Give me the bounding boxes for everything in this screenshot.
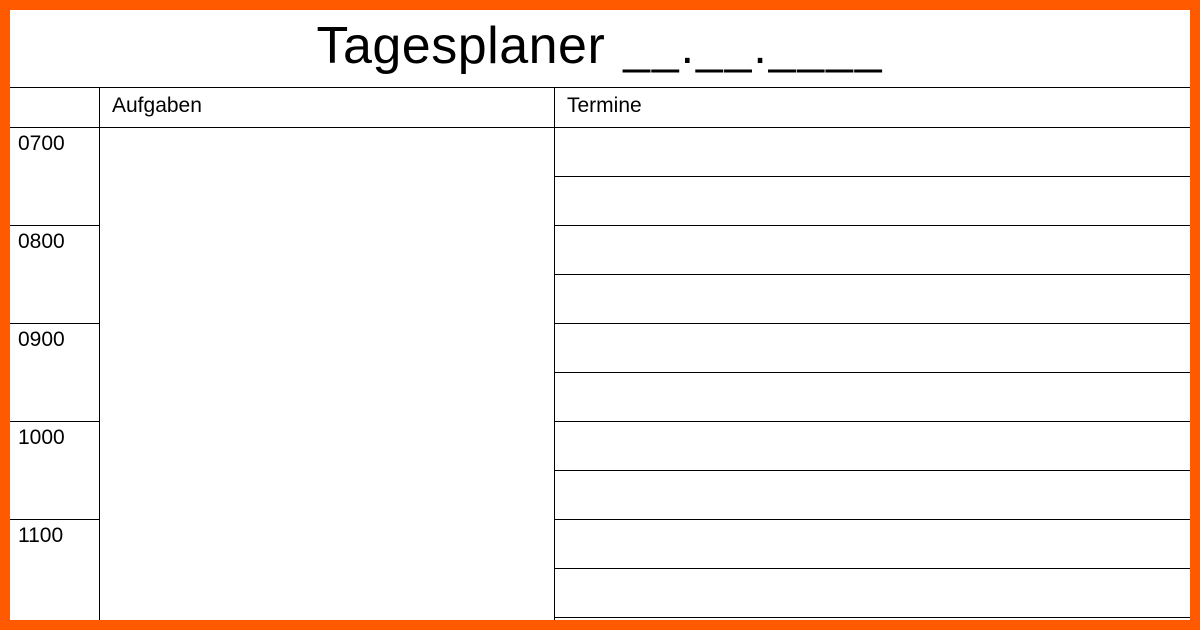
time-column-header — [10, 88, 100, 127]
hour-1100: 1100 — [10, 520, 99, 618]
column-headers: Aufgaben Termine — [10, 88, 1190, 128]
date-placeholder[interactable]: __.__.____ — [623, 20, 883, 75]
title-row: Tagesplaner __.__.____ — [10, 10, 1190, 88]
appointment-slot[interactable] — [555, 128, 1190, 177]
hour-1000: 1000 — [10, 422, 99, 520]
appointments-column-header: Termine — [555, 88, 1190, 127]
hour-0800: 0800 — [10, 226, 99, 324]
appointment-slot[interactable] — [555, 226, 1190, 275]
appointment-slot[interactable] — [555, 177, 1190, 226]
appointment-slot[interactable] — [555, 324, 1190, 373]
time-column: 0700 0800 0900 1000 1100 — [10, 128, 100, 620]
appointment-slot[interactable] — [555, 520, 1190, 569]
appointment-slot[interactable] — [555, 275, 1190, 324]
tasks-column[interactable] — [100, 128, 555, 620]
planner-page: Tagesplaner __.__.____ Aufgaben Termine … — [10, 10, 1190, 620]
appointment-slot[interactable] — [555, 471, 1190, 520]
appointment-slot[interactable] — [555, 569, 1190, 618]
appointments-column — [555, 128, 1190, 620]
tasks-column-header: Aufgaben — [100, 88, 555, 127]
hour-0900: 0900 — [10, 324, 99, 422]
hour-0700: 0700 — [10, 128, 99, 226]
appointment-slot[interactable] — [555, 422, 1190, 471]
planner-body: 0700 0800 0900 1000 1100 — [10, 128, 1190, 620]
appointment-slot[interactable] — [555, 373, 1190, 422]
page-title: Tagesplaner — [316, 16, 605, 76]
